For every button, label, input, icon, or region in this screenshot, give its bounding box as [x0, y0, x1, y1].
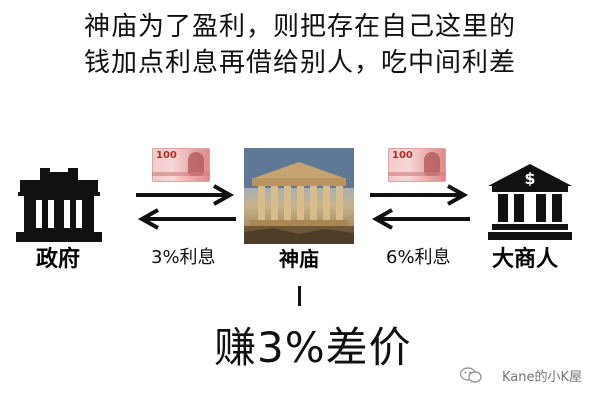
arrow-right-icon-left: [136, 184, 235, 206]
result-text: 赚3%差价: [214, 323, 412, 372]
government-building-icon: [16, 168, 102, 242]
vertical-connector: [298, 286, 301, 306]
merchant-label: 大商人: [492, 247, 559, 272]
wechat-icon: [460, 367, 482, 383]
banknote-icon-left: 100: [152, 148, 210, 182]
watermark-text: Kane的小K屋: [501, 370, 582, 385]
arrow-left-icon-right: [371, 208, 470, 230]
title-line-1: 神庙为了盈利，则把存在自己这里的: [83, 12, 516, 42]
rate-left: 3%利息: [151, 247, 216, 268]
arrow-left-icon-left: [137, 208, 236, 230]
temple-label: 神庙: [279, 247, 319, 271]
svg-text:$: $: [524, 169, 535, 188]
rate-right: 6%利息: [386, 247, 451, 268]
government-label: 政府: [36, 247, 81, 272]
banknote-denomination-right: 100: [392, 150, 413, 161]
temple-icon: [244, 148, 354, 244]
arrow-right-icon-right: [370, 184, 469, 206]
title-line-2: 钱加点利息再借给别人，吃中间利差: [83, 48, 516, 78]
bank-dollar-icon: $: [488, 164, 572, 240]
banknote-icon-right: 100: [388, 148, 446, 182]
banknote-denomination-left: 100: [156, 150, 177, 161]
temple-photo: [244, 148, 354, 244]
